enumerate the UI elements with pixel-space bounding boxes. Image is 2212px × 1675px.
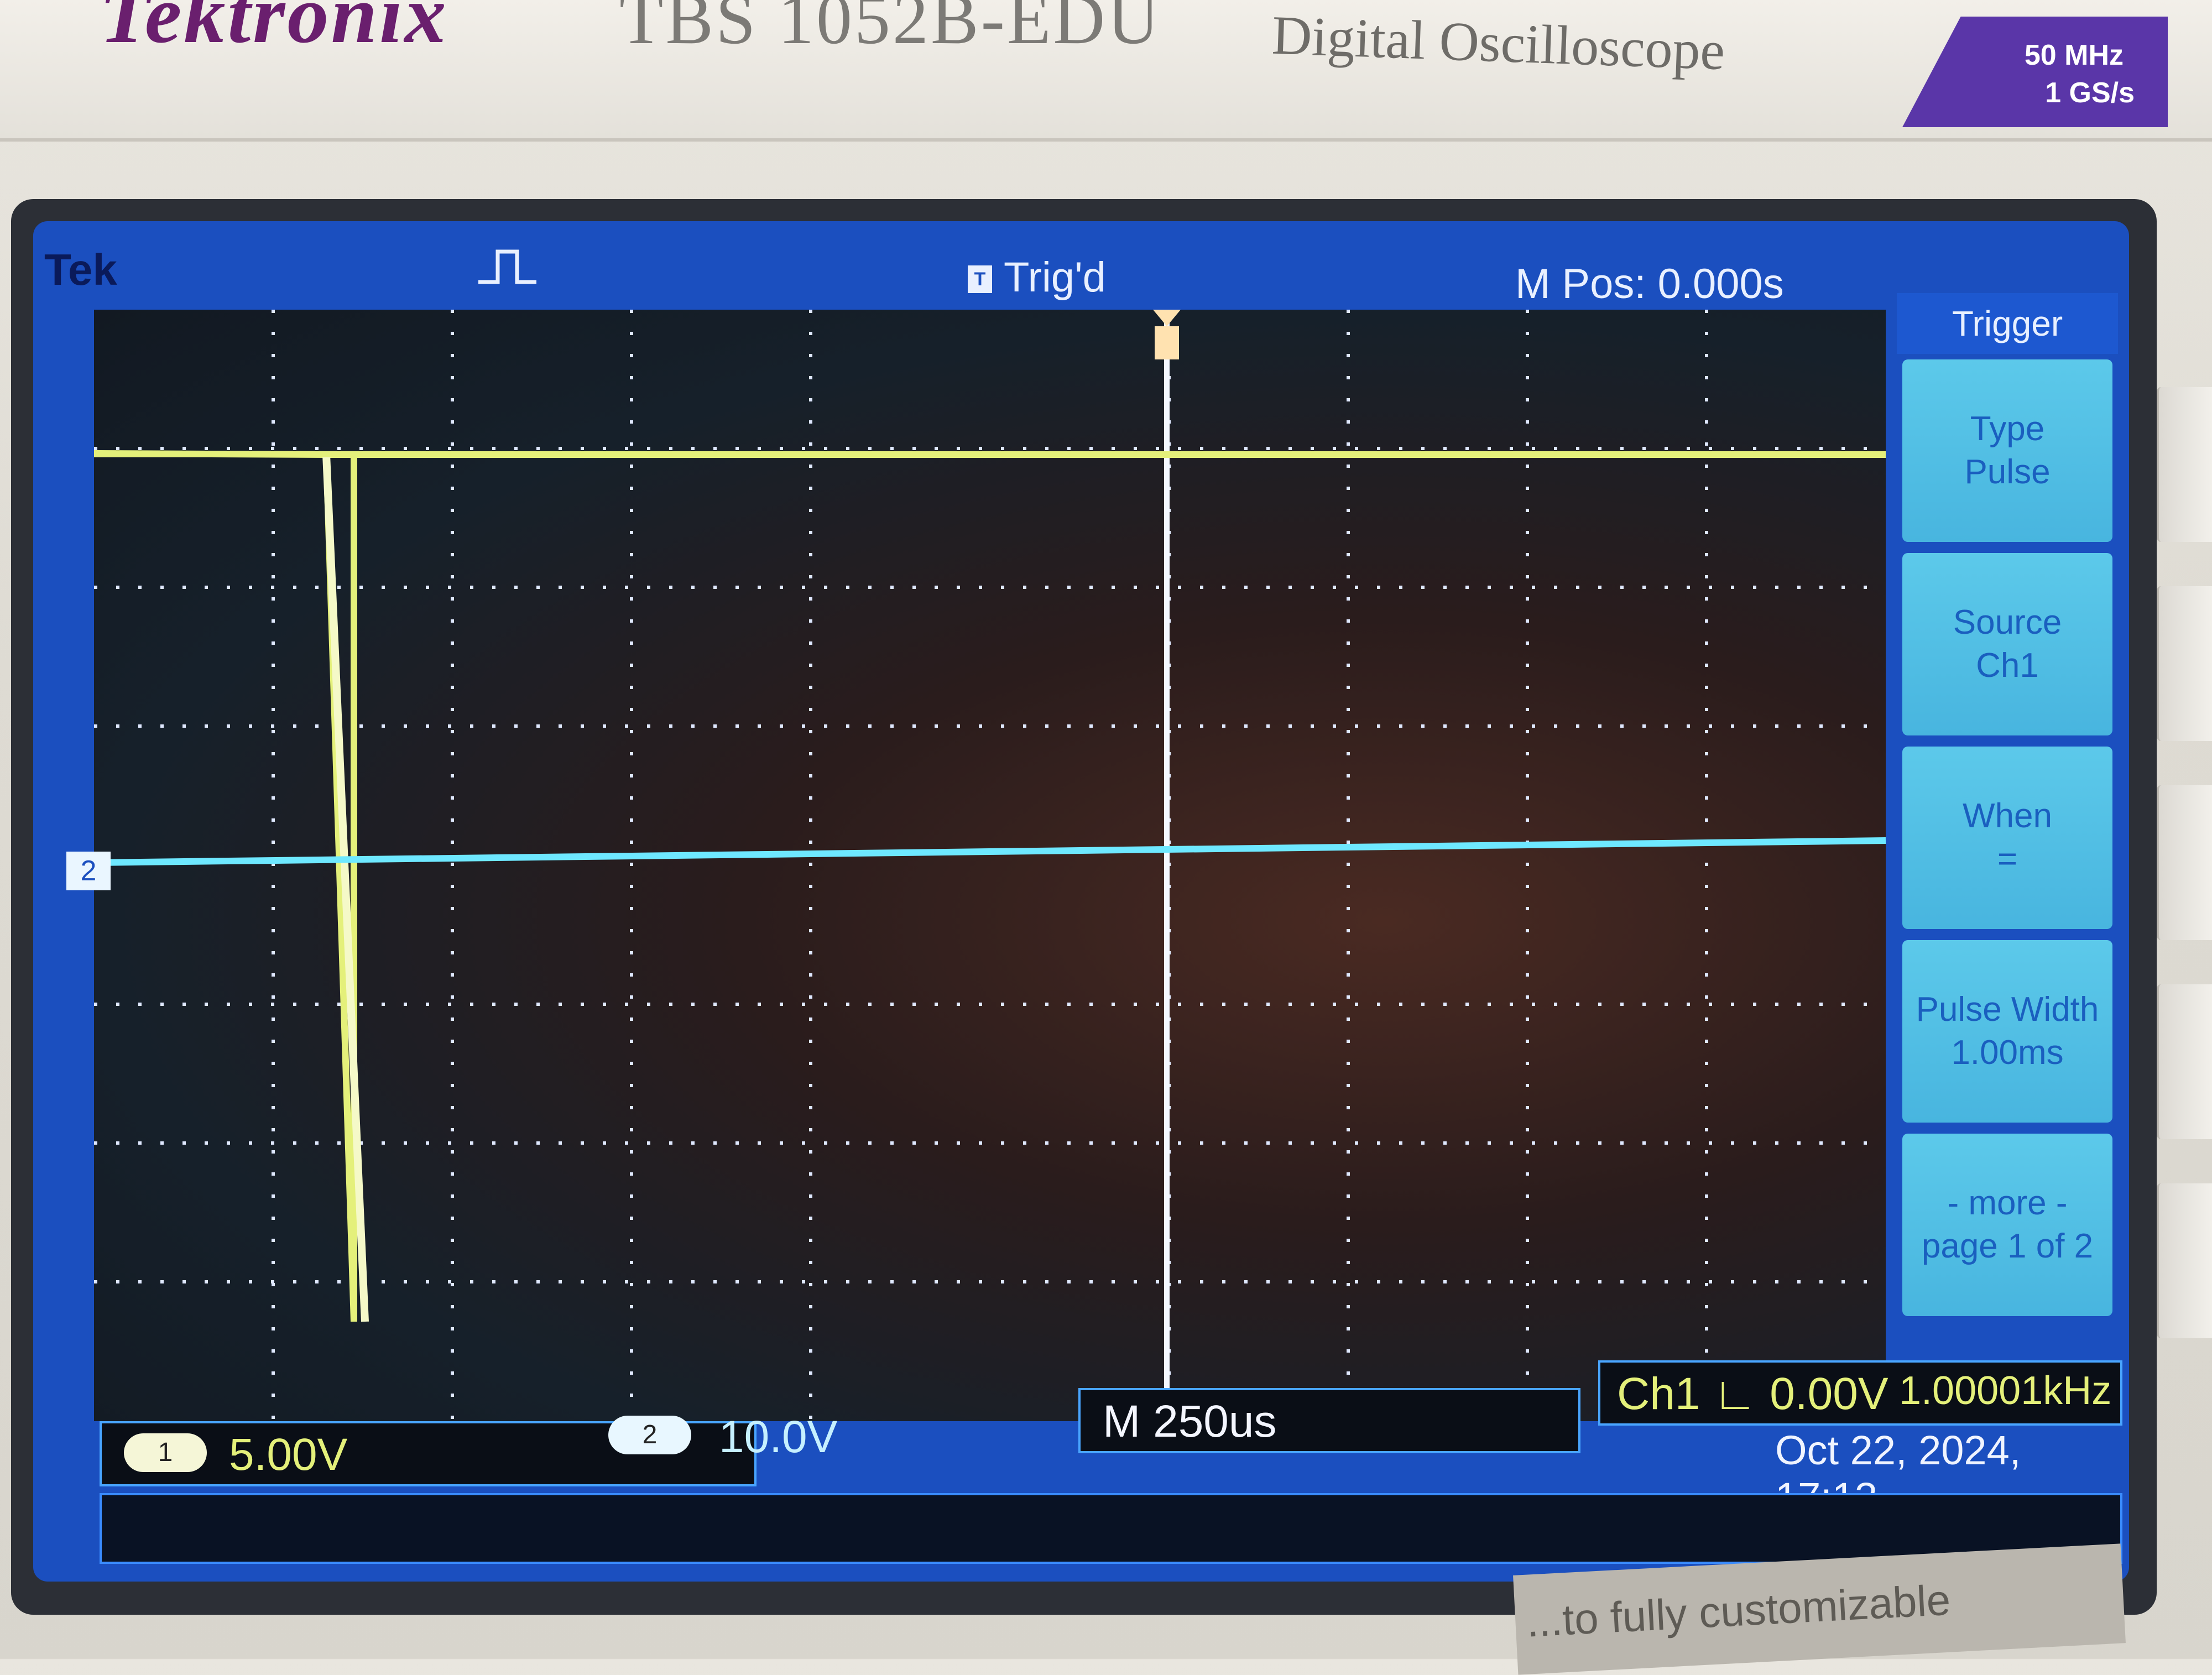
- message-bar: [100, 1493, 2122, 1564]
- trigger-level: Ch1 ∟ 0.00V: [1617, 1369, 1888, 1419]
- menu-button-type[interactable]: Type Pulse: [1902, 359, 2112, 542]
- side-key-1[interactable]: [2157, 387, 2212, 542]
- trigger-status-icon: T: [968, 265, 992, 293]
- ch2-ground-marker: 2: [66, 852, 111, 890]
- side-key-3[interactable]: [2157, 785, 2212, 940]
- ch2-volts-per-div: 10.0V: [719, 1412, 838, 1462]
- frequency-readout: 1.00001kHz: [1899, 1369, 2112, 1413]
- menu-button-more[interactable]: - more - page 1 of 2: [1902, 1134, 2112, 1316]
- side-key-4[interactable]: [2157, 984, 2212, 1139]
- menu-button-value: 1.00ms: [1951, 1034, 2064, 1072]
- menu-button-label: Source: [1953, 603, 2062, 641]
- menu-button-source[interactable]: Source Ch1: [1902, 553, 2112, 735]
- ch1-falling-edge: [322, 454, 369, 1322]
- screen-bezel: Tek T Trig'd M Pos: 0.000s 2 Trigger Typ…: [11, 199, 2157, 1615]
- horizontal-position: M Pos: 0.000s: [1515, 260, 1784, 307]
- trigger-status: Trig'd: [1004, 254, 1106, 301]
- device-header: Tektronix TBS 1052B-EDU Digital Oscillos…: [0, 0, 2212, 142]
- ch1-badge: 1: [124, 1433, 207, 1472]
- trigger-readout: Ch1 ∟ 0.00V 1.00001kHz: [1598, 1360, 2122, 1426]
- model-name: TBS 1052B-EDU: [619, 0, 1162, 59]
- menu-button-label: - more -: [1947, 1184, 2068, 1222]
- menu-button-label: Pulse Width: [1916, 990, 2099, 1029]
- trigger-position-marker: [1153, 310, 1181, 359]
- ch2-scale-readout: 2 10.0V: [608, 1405, 1040, 1465]
- menu-button-when[interactable]: When =: [1902, 747, 2112, 929]
- pulse-run-icon: [476, 243, 542, 303]
- sample-rate-label: 1 GS/s: [2045, 77, 2135, 109]
- ch1-volts-per-div: 5.00V: [229, 1429, 348, 1480]
- ch2-badge: 2: [608, 1416, 691, 1454]
- side-key-2[interactable]: [2157, 586, 2212, 741]
- graticule: [94, 310, 1886, 1421]
- tek-logo: Tek: [44, 245, 117, 294]
- menu-title: Trigger: [1897, 293, 2118, 354]
- bandwidth-label: 50 MHz: [2024, 39, 2124, 71]
- timebase-readout: M 250us: [1078, 1388, 1580, 1453]
- side-key-5[interactable]: [2157, 1183, 2212, 1338]
- spec-badge: 50 MHz 1 GS/s: [1902, 17, 2168, 127]
- oscilloscope-screen: Tek T Trig'd M Pos: 0.000s 2 Trigger Typ…: [33, 221, 2129, 1582]
- device-subtitle: Digital Oscilloscope: [1271, 4, 1726, 82]
- menu-button-pulse-width[interactable]: Pulse Width 1.00ms: [1902, 940, 2112, 1123]
- menu-button-value: page 1 of 2: [1921, 1227, 2094, 1265]
- menu-button-label: When: [1963, 797, 2052, 835]
- brand-logo: Tektronix: [100, 0, 448, 60]
- ch2-trace: [94, 837, 1886, 866]
- trigger-menu: Trigger Type Pulse Source Ch1 When = Pul…: [1897, 293, 2118, 1344]
- menu-button-value: =: [1997, 840, 2018, 878]
- menu-button-value: Ch1: [1976, 646, 2039, 685]
- menu-button-value: Pulse: [1964, 453, 2051, 491]
- timebase-value: M 250us: [1103, 1396, 1277, 1447]
- waveform-display: [94, 310, 1886, 1421]
- menu-button-label: Type: [1970, 410, 2045, 448]
